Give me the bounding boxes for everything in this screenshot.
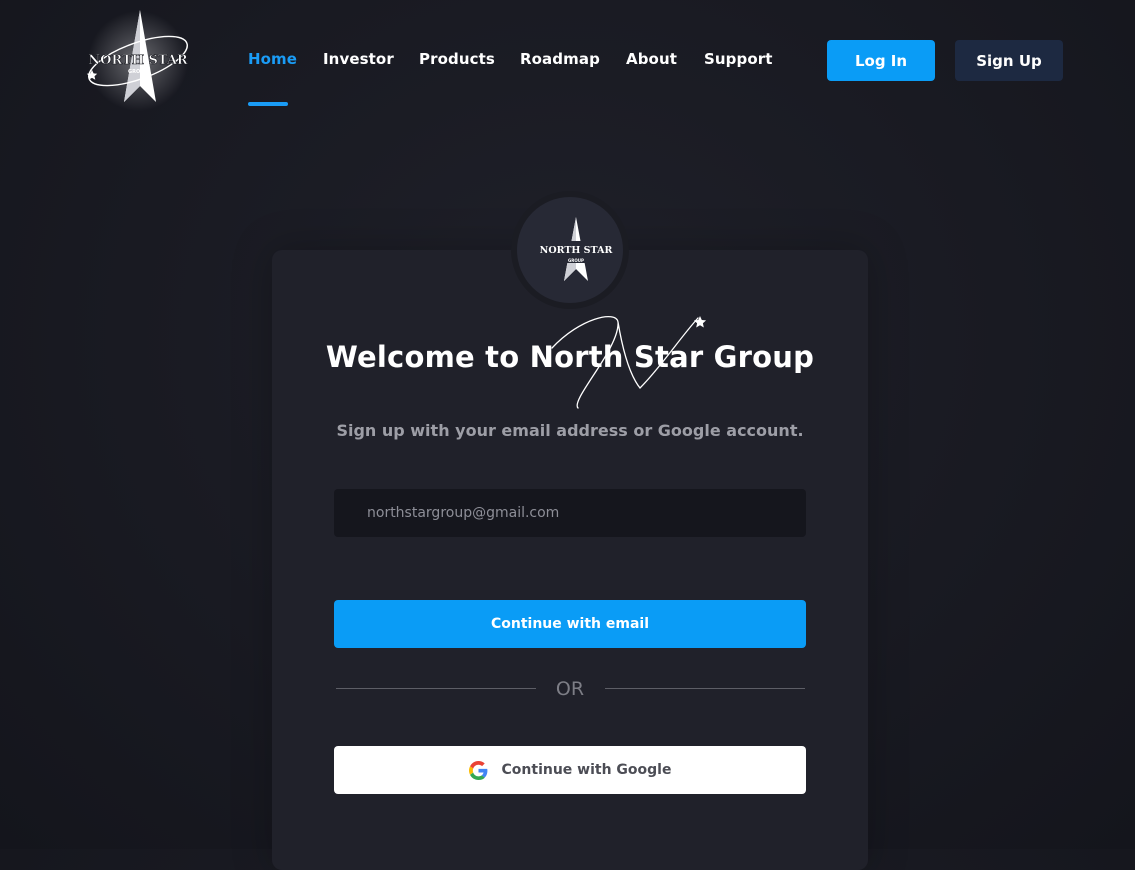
or-divider-text: OR	[555, 678, 585, 700]
welcome-title: Welcome to North Star Group	[325, 340, 815, 374]
north-star-logo[interactable]: NORTH STAR GROUP	[78, 6, 198, 111]
nav-item-roadmap[interactable]: Roadmap	[520, 50, 600, 68]
active-nav-indicator	[248, 102, 288, 106]
divider-line-left	[336, 688, 536, 689]
email-input[interactable]	[334, 489, 806, 537]
continue-with-email-button[interactable]: Continue with email	[334, 600, 806, 648]
continue-with-google-label: Continue with Google	[501, 762, 672, 778]
north-star-logo-small: NORTH STAR GROUP	[531, 217, 621, 281]
nav-item-investor[interactable]: Investor	[323, 50, 394, 68]
signup-subtitle: Sign up with your email address or Googl…	[336, 421, 804, 440]
google-icon	[468, 760, 488, 780]
card-logo-badge: NORTH STAR GROUP	[511, 191, 629, 309]
nav-item-about[interactable]: About	[626, 50, 677, 68]
nav-item-support[interactable]: Support	[704, 50, 773, 68]
card-logo-subtext: GROUP	[568, 258, 584, 263]
logo-subtext: GROUP	[128, 69, 148, 75]
divider-line-right	[605, 688, 805, 689]
nav-item-products[interactable]: Products	[419, 50, 495, 68]
card-logo-text: NORTH STAR	[540, 245, 613, 256]
logo-text: NORTH STAR	[88, 53, 188, 68]
signup-button[interactable]: Sign Up	[955, 40, 1063, 81]
nav-item-home[interactable]: Home	[248, 50, 297, 68]
login-button[interactable]: Log In	[827, 40, 935, 81]
continue-with-google-button[interactable]: Continue with Google	[334, 746, 806, 794]
